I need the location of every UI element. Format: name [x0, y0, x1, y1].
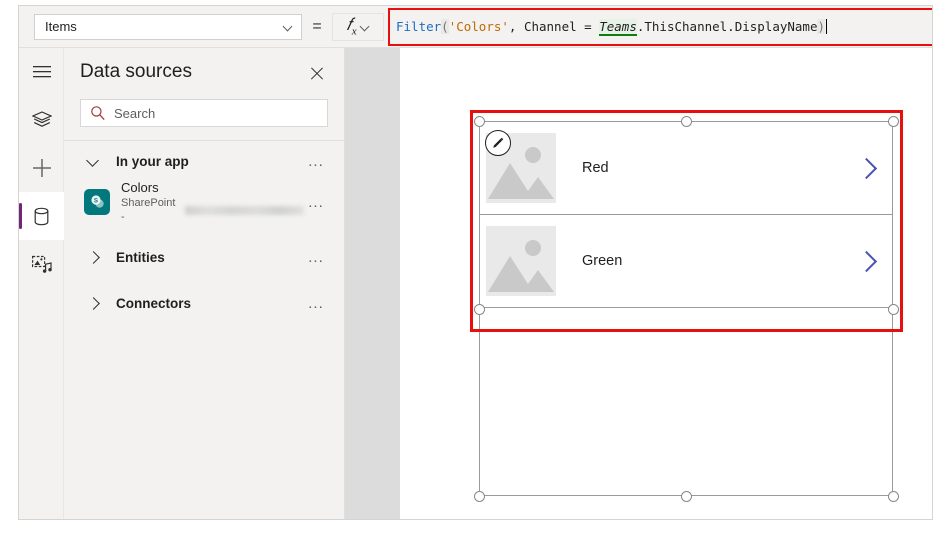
rail-item-data[interactable]	[19, 192, 64, 240]
gallery-item-label: Green	[582, 253, 623, 269]
formula-token-teams: Teams	[599, 19, 637, 36]
resize-handle-bottom-left[interactable]	[473, 490, 485, 502]
image-placeholder-icon	[486, 226, 556, 296]
group-label: Entities	[116, 249, 165, 265]
gallery-items: Red Green	[480, 122, 892, 308]
rail-item-menu[interactable]	[19, 48, 64, 96]
close-icon[interactable]	[306, 63, 328, 85]
chevron-right-icon	[855, 157, 877, 179]
property-dropdown-label: Items	[45, 19, 77, 34]
gallery-control[interactable]: Red Green	[479, 121, 893, 496]
formula-token-function: Filter	[396, 19, 442, 34]
layers-tree-icon	[31, 111, 52, 127]
gallery-item[interactable]: Red	[480, 122, 892, 215]
group-label: In your app	[116, 153, 189, 169]
group-overflow-menu[interactable]: ...	[304, 296, 328, 311]
group-entities[interactable]: Entities ...	[64, 237, 344, 277]
chevron-down-icon	[283, 22, 293, 32]
formula-bar: Items = 𝑓x Filter('Colors', Channel = Te…	[19, 6, 932, 48]
media-icon	[31, 255, 52, 273]
resize-handle-bottom-center[interactable]	[680, 490, 692, 502]
powerapps-studio-window: Items = 𝑓x Filter('Colors', Channel = Te…	[18, 5, 933, 520]
gallery-item-chevron[interactable]	[840, 250, 892, 272]
rail-item-insert[interactable]	[19, 144, 64, 192]
formula-token-middle: , Channel =	[508, 19, 600, 34]
sharepoint-icon: S	[84, 189, 110, 215]
data-source-subtitle-prefix: SharePoint -	[121, 196, 176, 224]
chevron-down-icon	[86, 154, 100, 168]
group-overflow-menu[interactable]: ...	[304, 154, 328, 169]
resize-handle-middle-left[interactable]	[473, 303, 485, 315]
svg-text:S: S	[94, 198, 98, 205]
group-connectors[interactable]: Connectors ...	[64, 283, 344, 323]
property-dropdown[interactable]: Items	[34, 13, 302, 40]
formula-token-close-paren: )	[817, 19, 826, 34]
fx-button[interactable]: 𝑓x	[332, 12, 384, 41]
redacted-url	[184, 205, 304, 215]
data-source-subtitle: SharePoint -	[121, 196, 304, 225]
rail-item-tree-view[interactable]	[19, 96, 64, 144]
group-in-your-app[interactable]: In your app ...	[64, 141, 344, 181]
chevron-down-icon	[360, 22, 370, 32]
chevron-right-icon	[86, 250, 100, 264]
panel-header: Data sources	[64, 48, 344, 85]
equals-sign: =	[312, 17, 322, 35]
app-screen-canvas[interactable]: Red Green	[400, 48, 932, 519]
data-source-item-colors[interactable]: S Colors SharePoint - ...	[64, 180, 344, 225]
data-source-name: Colors	[121, 179, 159, 195]
formula-token-open-paren: (	[441, 19, 449, 34]
pencil-edit-icon[interactable]	[485, 130, 511, 156]
database-icon	[34, 207, 49, 225]
canvas-area: Red Green	[345, 48, 932, 519]
gallery-item-label: Red	[582, 160, 609, 176]
data-source-text: Colors SharePoint -	[121, 180, 304, 225]
chevron-right-icon	[86, 296, 100, 310]
resize-handle-top-right[interactable]	[887, 115, 899, 127]
resize-handle-top-center[interactable]	[680, 115, 692, 127]
page-title: Data sources	[80, 61, 192, 82]
resize-handle-bottom-right[interactable]	[887, 490, 899, 502]
hamburger-menu-icon	[32, 66, 51, 78]
text-caret	[826, 19, 828, 34]
left-icon-rail	[19, 48, 64, 519]
group-chevron-wrap	[80, 250, 116, 264]
group-label: Connectors	[116, 295, 192, 311]
data-source-overflow-menu[interactable]: ...	[304, 195, 328, 210]
resize-handle-middle-right[interactable]	[887, 303, 899, 315]
formula-token-tail: .ThisChannel.DisplayName	[636, 19, 818, 34]
group-chevron-wrap	[80, 296, 116, 310]
gallery-item-chevron[interactable]	[840, 157, 892, 179]
search-icon	[91, 106, 105, 121]
formula-input-wrapper: Filter('Colors', Channel = Teams.ThisCha…	[388, 6, 932, 48]
search-input[interactable]: Search	[80, 99, 328, 127]
search-placeholder: Search	[114, 105, 156, 121]
group-overflow-menu[interactable]: ...	[304, 250, 328, 265]
group-chevron-wrap	[80, 154, 116, 168]
resize-handle-top-left[interactable]	[473, 115, 485, 127]
formula-token-string: 'Colors'	[448, 19, 509, 34]
gallery-item[interactable]: Green	[480, 215, 892, 308]
formula-input[interactable]: Filter('Colors', Channel = Teams.ThisCha…	[388, 19, 828, 36]
chevron-right-icon	[855, 250, 877, 272]
fx-icon: 𝑓x	[346, 14, 357, 38]
rail-item-media[interactable]	[19, 240, 64, 288]
plus-insert-icon	[32, 159, 51, 177]
data-sources-panel: Data sources Search In your app ... S Co…	[64, 48, 345, 519]
